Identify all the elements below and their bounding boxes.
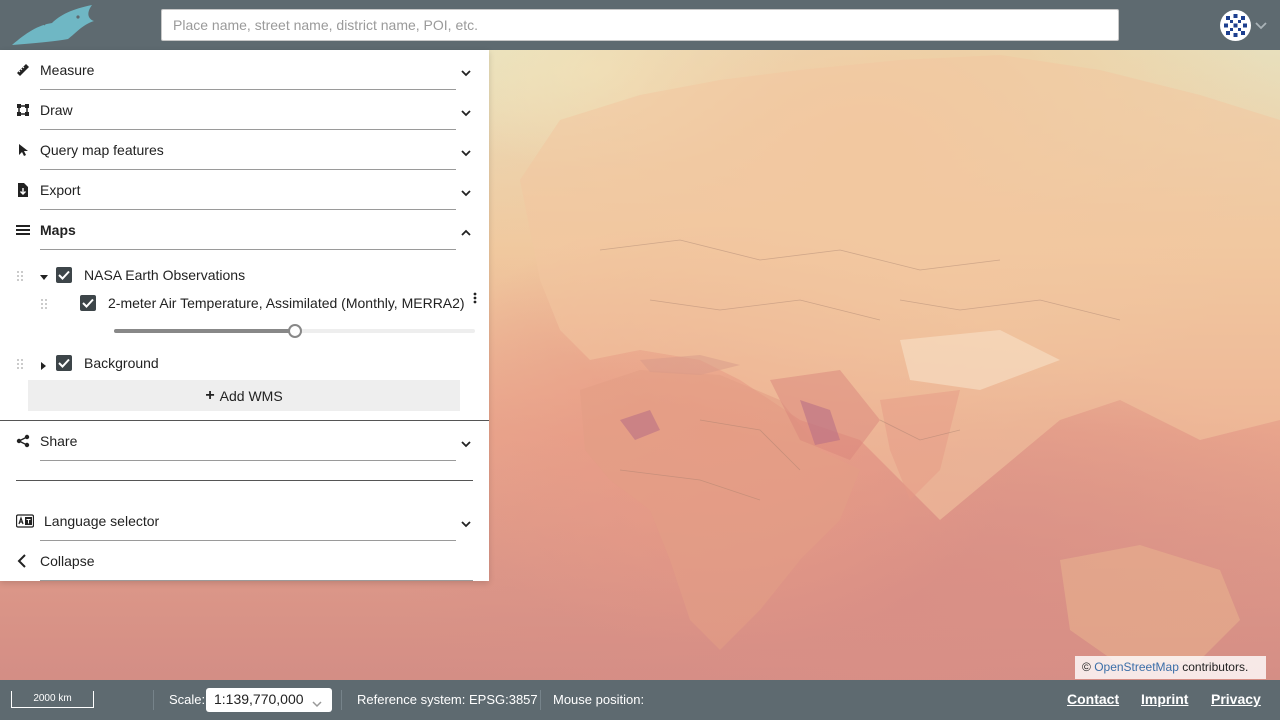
caret-down-icon[interactable] [39,270,49,280]
chevron-down-icon [460,65,472,77]
tool-maps[interactable]: Maps [0,210,489,250]
layer-label: NASA Earth Observations [84,267,246,283]
collapse-button[interactable]: Collapse [0,541,489,581]
scale-label: Scale: [169,692,206,707]
chevron-down-icon [460,185,472,197]
drag-handle-icon[interactable] [16,357,24,369]
user-avatar-icon [1220,9,1251,41]
search-input[interactable] [161,9,1119,41]
privacy-link[interactable]: Privacy [1211,691,1261,707]
tool-language-selector[interactable]: Language selector [0,501,489,541]
scale-bar: 2000 km [11,691,94,708]
layer-checkbox-background[interactable] [56,355,72,371]
list-icon [16,223,30,237]
drag-handle-icon[interactable] [40,297,48,309]
footer-divider [153,690,154,710]
share-label: Share [40,433,78,449]
tool-label: Export [40,182,81,198]
slider-fill [114,329,295,333]
tool-export[interactable]: Export [0,170,489,210]
language-label: Language selector [44,513,160,529]
tool-share[interactable]: Share [0,421,489,461]
section-divider [16,480,473,481]
ruler-icon [16,63,30,77]
tool-draw[interactable]: Draw [0,90,489,130]
contact-link[interactable]: Contact [1067,691,1119,707]
chevron-down-icon [312,696,322,712]
fish-logo-icon[interactable] [8,3,96,49]
footer-divider [540,690,541,710]
chevron-up-icon [460,225,472,236]
layer-label: 2-meter Air Temperature, Assimilated (Mo… [108,295,465,311]
tool-label: Draw [40,102,73,118]
caret-right-icon[interactable] [39,358,49,370]
tool-label: Maps [40,222,76,238]
add-wms-button[interactable]: + Add WMS [28,380,460,411]
draw-polygon-icon [16,103,30,117]
chevron-down-icon [460,105,472,117]
layer-row-nasa: NASA Earth Observations [0,262,489,288]
sidebar-panel: Measure Draw Query map features Export M… [0,50,489,581]
chevron-left-icon [16,554,30,568]
more-options-icon[interactable] [472,292,478,306]
file-export-icon [16,183,30,197]
share-icon [16,434,30,448]
layer-checkbox-air-temperature[interactable] [80,295,96,311]
attribution-suffix: contributors. [1182,660,1249,674]
layer-row-background: Background [0,350,489,376]
footer-divider [341,690,342,710]
tool-measure[interactable]: Measure [0,50,489,90]
scale-select[interactable]: 1:139,770,000 [206,688,332,712]
tool-query-map-features[interactable]: Query map features [0,130,489,170]
chevron-down-icon [1255,17,1267,33]
language-icon [15,514,35,528]
top-bar [0,0,1280,50]
drag-handle-icon[interactable] [16,269,24,281]
layer-checkbox-nasa[interactable] [56,267,72,283]
footer-bar: 2000 km Scale: 1:139,770,000 Reference s… [0,680,1280,720]
scale-value: 1:139,770,000 [214,691,304,707]
chevron-down-icon [460,436,472,448]
mouse-position-label: Mouse position: [553,692,645,707]
slider-thumb[interactable] [288,324,302,338]
opacity-slider[interactable] [114,324,475,338]
map-attribution: © OpenStreetMap contributors. [1075,656,1266,679]
imprint-link[interactable]: Imprint [1141,691,1188,707]
reference-system: Reference system: EPSG:3857 [357,692,538,707]
add-wms-label: Add WMS [219,387,283,404]
attribution-prefix: © [1082,660,1091,674]
openstreetmap-link[interactable]: OpenStreetMap [1094,660,1179,674]
chevron-down-icon [460,516,472,528]
chevron-down-icon [460,145,472,157]
tool-label: Query map features [40,142,164,158]
tool-label: Measure [40,62,95,78]
pointer-icon [16,143,30,157]
collapse-label: Collapse [40,553,95,569]
layer-label: Background [84,355,159,371]
layer-row-air-temperature: 2-meter Air Temperature, Assimilated (Mo… [0,290,489,316]
user-menu-button[interactable] [1220,9,1270,41]
plus-icon: + [205,386,215,404]
